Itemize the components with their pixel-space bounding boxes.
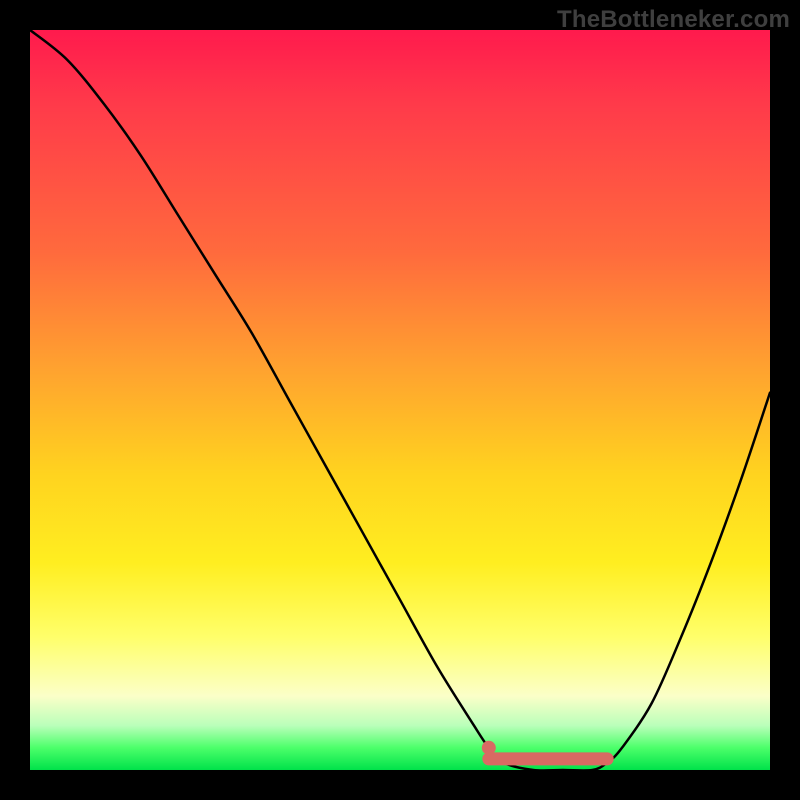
curve-line — [30, 30, 770, 770]
plot-area — [30, 30, 770, 770]
watermark-text: TheBottleneker.com — [557, 6, 790, 34]
chart-overlay-svg — [30, 30, 770, 770]
chart-stage: TheBottleneker.com — [0, 0, 800, 800]
highlight-dot — [482, 741, 496, 755]
